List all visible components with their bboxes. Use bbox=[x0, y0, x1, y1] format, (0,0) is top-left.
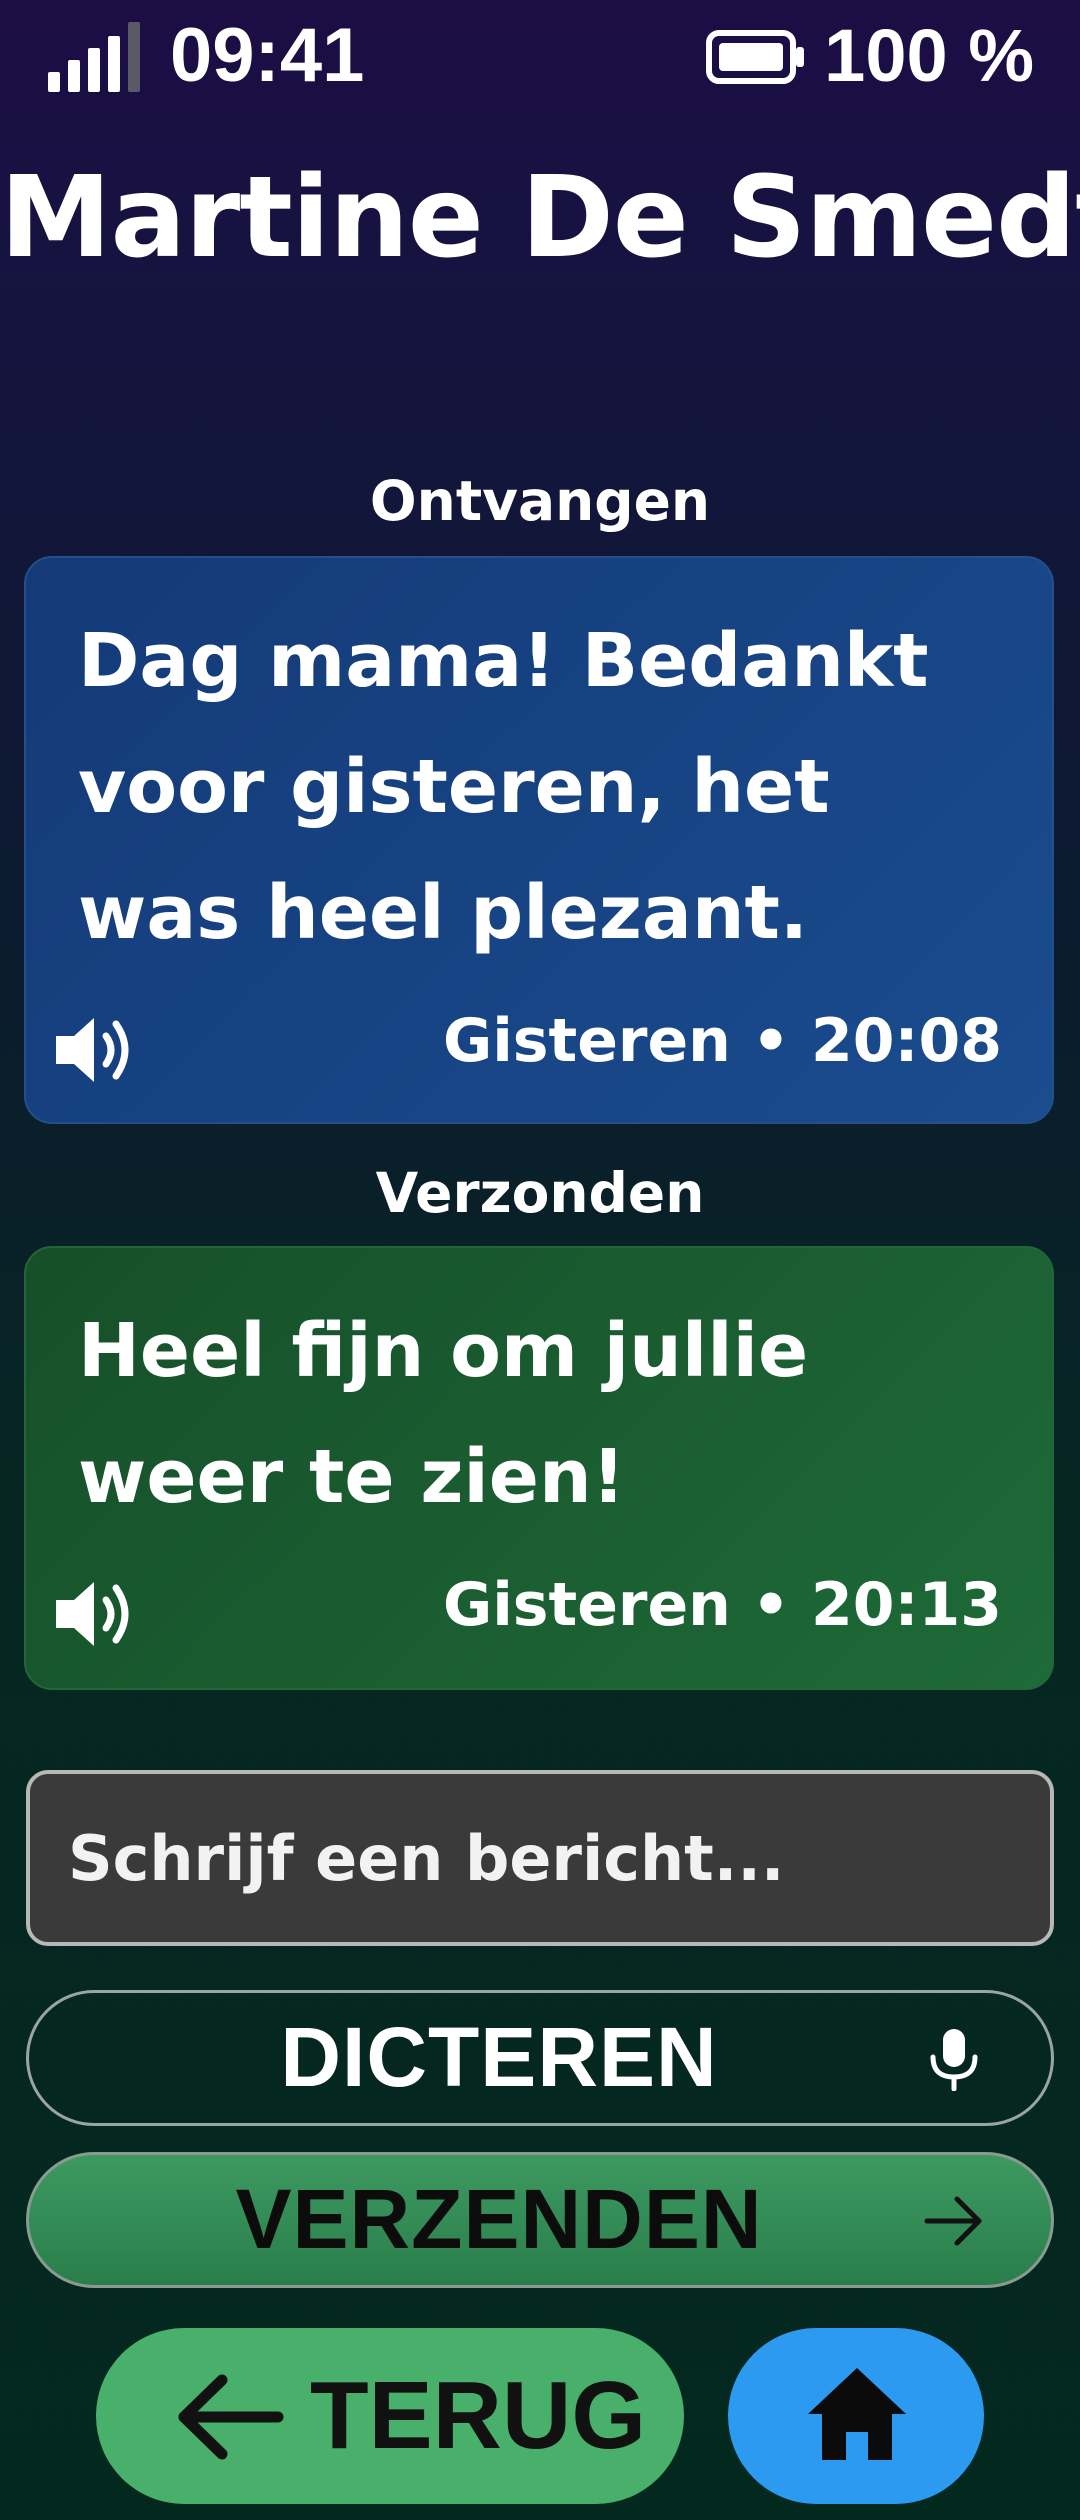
back-button[interactable]: TERUG bbox=[96, 2328, 684, 2504]
arrow-left-icon bbox=[178, 2374, 284, 2460]
home-icon bbox=[808, 2368, 906, 2460]
sent-section-label: Verzonden bbox=[375, 1161, 705, 1225]
status-bar: 09:41 100 % bbox=[0, 0, 1080, 110]
home-button[interactable] bbox=[728, 2328, 984, 2504]
speaker-icon[interactable] bbox=[52, 1574, 142, 1654]
battery-icon bbox=[706, 30, 804, 84]
send-button-label: VERZENDEN bbox=[235, 2172, 763, 2266]
dictate-button[interactable]: DICTEREN bbox=[26, 1990, 1054, 2126]
message-bubble-received: Dag mama! Bedankt voor gisteren, het was… bbox=[24, 556, 1054, 1124]
status-time: 09:41 bbox=[170, 13, 365, 98]
signal-bar bbox=[68, 60, 80, 92]
message-text: Dag mama! Bedankt voor gisteren, het was… bbox=[78, 618, 929, 956]
message-text: Heel fijn om jullie weer te zien! bbox=[78, 1308, 809, 1520]
contact-name: Martine De Smedt bbox=[0, 153, 1080, 283]
back-button-label: TERUG bbox=[310, 2362, 646, 2469]
signal-bar bbox=[108, 36, 120, 92]
signal-bar bbox=[48, 72, 60, 92]
arrow-right-icon bbox=[924, 2196, 982, 2246]
signal-bar bbox=[88, 48, 100, 92]
dictate-button-label: DICTEREN bbox=[280, 2010, 718, 2104]
message-timestamp: Gisteren • 20:08 bbox=[442, 1006, 1002, 1076]
speaker-icon[interactable] bbox=[52, 1010, 142, 1090]
microphone-icon bbox=[930, 2029, 978, 2091]
battery-percent: 100 % bbox=[824, 14, 1034, 97]
signal-icon bbox=[48, 20, 148, 92]
signal-bar-empty bbox=[128, 22, 140, 92]
received-section-label: Ontvangen bbox=[369, 469, 711, 533]
message-input[interactable] bbox=[26, 1770, 1054, 1946]
message-bubble-sent: Heel fijn om jullie weer te zien! Gister… bbox=[24, 1246, 1054, 1690]
message-timestamp: Gisteren • 20:13 bbox=[442, 1570, 1002, 1640]
send-button[interactable]: VERZENDEN bbox=[26, 2152, 1054, 2288]
